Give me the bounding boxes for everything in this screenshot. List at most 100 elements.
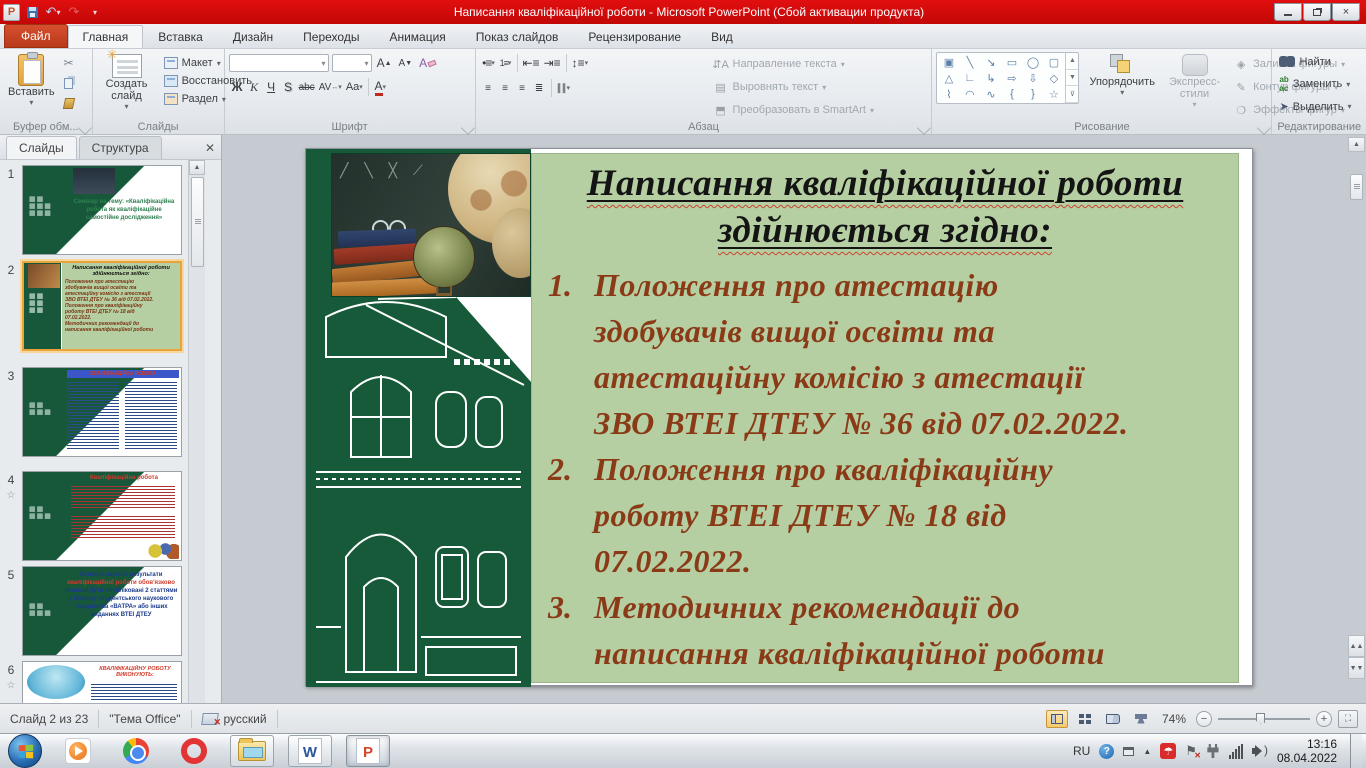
- slide-canvas[interactable]: ╱ ╲ ╳ ⟋: [305, 148, 1253, 686]
- volume-icon[interactable]: [1252, 744, 1268, 758]
- quick-styles-button[interactable]: Экспресс-стили ▾: [1165, 52, 1224, 111]
- taskbar-chrome[interactable]: [114, 735, 158, 767]
- zoom-in-button[interactable]: +: [1316, 711, 1332, 727]
- next-slide-button[interactable]: ▼▼: [1348, 657, 1365, 679]
- text-direction-button[interactable]: ⇵AНаправление текста▾: [710, 55, 877, 73]
- shape-right-brace-icon[interactable]: }: [1022, 86, 1043, 102]
- align-right-button[interactable]: ≡: [514, 79, 531, 97]
- zoom-out-button[interactable]: −: [1196, 711, 1212, 727]
- shape-cloud-icon[interactable]: ◇: [1043, 70, 1064, 86]
- shrink-font-button[interactable]: A▼: [397, 54, 415, 72]
- tab-animations[interactable]: Анимация: [374, 25, 460, 48]
- shape-oval-icon[interactable]: ◯: [1022, 54, 1043, 70]
- shape-arrow-icon[interactable]: ↘: [980, 54, 1001, 70]
- decrease-indent-button[interactable]: ⇤≡: [521, 54, 542, 72]
- slide-title[interactable]: Написання кваліфікаційної роботи здійнює…: [532, 160, 1238, 254]
- align-text-button[interactable]: ▤Выровнять текст▾: [710, 78, 877, 96]
- zoom-slider[interactable]: [1218, 718, 1310, 720]
- shape-elbow-arrow-icon[interactable]: ↳: [980, 70, 1001, 86]
- main-scrollbar[interactable]: ▲: [1348, 137, 1365, 701]
- slide-sorter-button[interactable]: [1074, 710, 1096, 728]
- increase-indent-button[interactable]: ⇥≡: [542, 54, 563, 72]
- select-button[interactable]: ➤Выделить▾: [1276, 99, 1362, 114]
- panel-close-icon[interactable]: ✕: [205, 141, 215, 155]
- font-name-combo[interactable]: ▾: [229, 54, 329, 72]
- tab-slides-pane[interactable]: Слайды: [6, 136, 77, 159]
- shape-triangle-icon[interactable]: △: [938, 70, 959, 86]
- columns-button[interactable]: ∥∥▾: [555, 79, 573, 97]
- tray-language-indicator[interactable]: RU: [1073, 744, 1090, 758]
- grow-font-button[interactable]: A▲: [375, 54, 394, 72]
- convert-smartart-button[interactable]: ⬒Преобразовать в SmartArt▾: [710, 101, 877, 119]
- panel-scroll-thumb[interactable]: [191, 177, 204, 267]
- zoom-slider-thumb[interactable]: [1256, 713, 1265, 725]
- redo-button[interactable]: ↷: [65, 3, 83, 21]
- shape-textbox-icon[interactable]: ▣: [938, 54, 959, 70]
- minimize-button[interactable]: [1274, 3, 1302, 21]
- slideshow-button[interactable]: [1130, 710, 1152, 728]
- taskbar-opera[interactable]: [172, 735, 216, 767]
- previous-slide-button[interactable]: ▲▲: [1348, 635, 1365, 657]
- tab-transitions[interactable]: Переходы: [288, 25, 374, 48]
- close-button[interactable]: ×: [1332, 3, 1360, 21]
- italic-button[interactable]: К: [246, 78, 263, 96]
- save-button[interactable]: [23, 3, 41, 21]
- bold-button[interactable]: Ж: [229, 78, 246, 96]
- avira-tray-icon[interactable]: ☂: [1160, 743, 1176, 759]
- shape-down-arrow-icon[interactable]: ⇩: [1022, 70, 1043, 86]
- shape-left-brace-icon[interactable]: {: [1001, 86, 1022, 102]
- tab-slideshow[interactable]: Показ слайдов: [461, 25, 574, 48]
- align-left-button[interactable]: ≡: [480, 79, 497, 97]
- panel-scrollbar[interactable]: ▲: [188, 160, 205, 703]
- taskbar-media-player[interactable]: [56, 735, 100, 767]
- slide-content-panel[interactable]: Написання кваліфікаційної роботи здійнює…: [531, 153, 1239, 683]
- shape-curve-icon[interactable]: ∿: [980, 86, 1001, 102]
- strikethrough-button[interactable]: abc: [297, 78, 317, 96]
- undo-button[interactable]: ↶▾: [44, 3, 62, 21]
- shape-arc-icon[interactable]: ◠: [959, 86, 980, 102]
- start-button[interactable]: [8, 734, 42, 768]
- slide-indicator[interactable]: Слайд 2 из 23: [0, 710, 99, 728]
- theme-indicator[interactable]: "Тема Office": [99, 710, 191, 728]
- clock[interactable]: 13:16 08.04.2022: [1277, 737, 1341, 765]
- font-color-button[interactable]: А▾: [372, 78, 389, 96]
- taskbar-word[interactable]: W: [288, 735, 332, 767]
- tab-outline-pane[interactable]: Структура: [79, 136, 162, 159]
- zoom-level[interactable]: 74%: [1162, 712, 1186, 726]
- copy-button[interactable]: [61, 75, 77, 91]
- slide-thumbnail-1[interactable]: ▦▦▦▦▦▦▦▦ Семінар на тему: «Кваліфікаційн…: [22, 165, 182, 255]
- language-indicator[interactable]: русский: [192, 710, 278, 728]
- change-case-button[interactable]: Aa▾: [344, 78, 365, 96]
- slide-thumbnail-2[interactable]: ▦▦▦▦▦▦ Написання кваліфікаційної роботи …: [22, 261, 182, 351]
- tab-home[interactable]: Главная: [68, 25, 144, 48]
- character-spacing-button[interactable]: AV↔▾: [317, 78, 344, 96]
- restore-button[interactable]: [1303, 3, 1331, 21]
- tab-view[interactable]: Вид: [696, 25, 748, 48]
- scroll-up-button[interactable]: ▲: [1348, 137, 1365, 152]
- shape-star-icon[interactable]: ☆: [1043, 86, 1064, 102]
- taskbar-powerpoint[interactable]: P: [346, 735, 390, 767]
- format-painter-button[interactable]: [61, 95, 77, 111]
- cut-button[interactable]: ✂: [61, 55, 77, 71]
- reading-view-button[interactable]: [1102, 710, 1124, 728]
- show-hidden-icons-button[interactable]: ▲: [1143, 747, 1151, 756]
- shape-rectangle-icon[interactable]: ▭: [1001, 54, 1022, 70]
- main-scroll-thumb[interactable]: [1350, 174, 1363, 200]
- fit-to-window-button[interactable]: ⛶: [1338, 710, 1358, 728]
- shape-rounded-rect-icon[interactable]: ▢: [1043, 54, 1064, 70]
- help-tray-icon[interactable]: ?: [1099, 744, 1114, 759]
- network-signal-icon[interactable]: [1229, 744, 1243, 759]
- slide-thumbnail-3[interactable]: ▦▦▦▦▦ КВАЛІФІКАЦІЙНА РОБОТА: [22, 367, 182, 457]
- shape-scribble-icon[interactable]: ⌇: [938, 86, 959, 102]
- shapes-gallery-scrollbar[interactable]: ▲ ▼ ⊽: [1065, 53, 1078, 103]
- shape-block-arrow-icon[interactable]: ⇨: [1001, 70, 1022, 86]
- show-desktop-button[interactable]: [1350, 734, 1362, 768]
- font-size-combo[interactable]: ▾: [332, 54, 372, 72]
- paste-button[interactable]: Вставить ▾: [4, 52, 59, 111]
- slide-thumbnail-5[interactable]: ▦▦▦▦▦ Основні наукові результати кваліфі…: [22, 566, 182, 656]
- tray-window-icon[interactable]: [1123, 747, 1134, 756]
- bullets-button[interactable]: •≡▾: [480, 54, 497, 72]
- shape-elbow-icon[interactable]: ∟: [959, 70, 980, 86]
- arrange-button[interactable]: Упорядочить ▾: [1085, 52, 1158, 99]
- numbering-button[interactable]: 1≡▾: [497, 54, 514, 72]
